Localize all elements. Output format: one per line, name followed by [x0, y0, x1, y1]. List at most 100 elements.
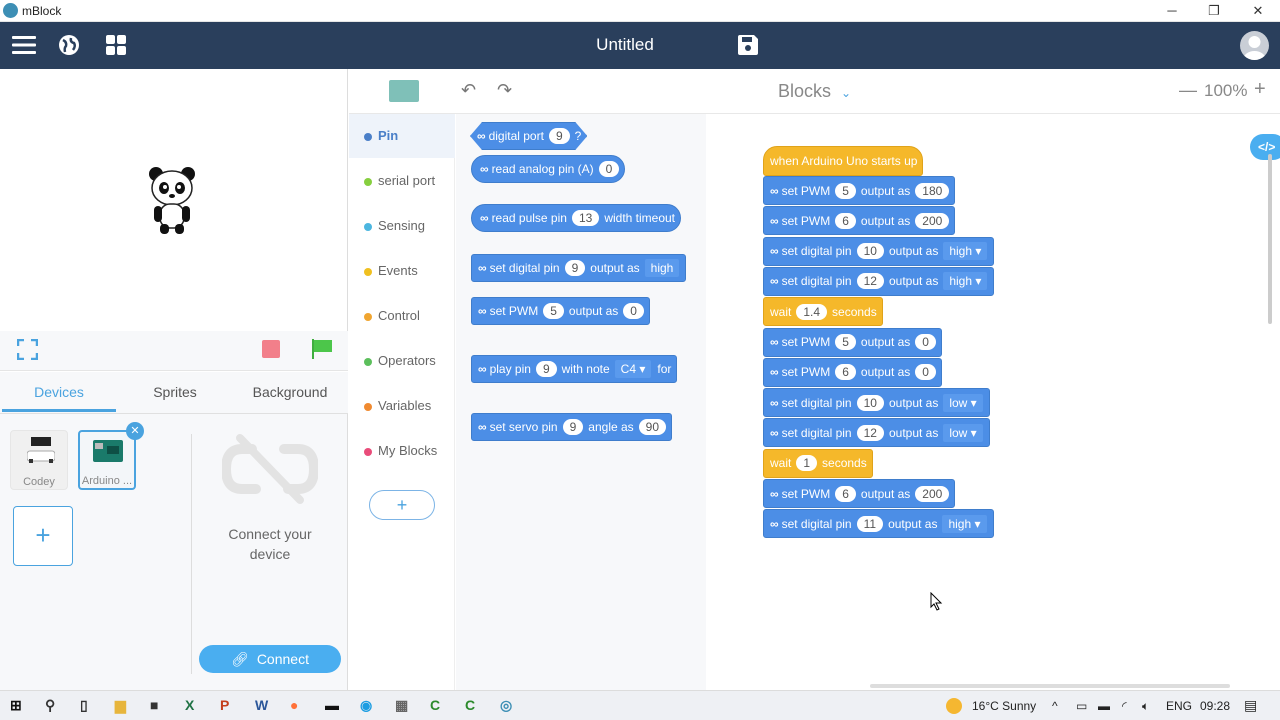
start-icon[interactable]: ⊞: [10, 697, 22, 714]
firefox-icon[interactable]: ●: [290, 697, 298, 713]
block-input[interactable]: 180: [915, 182, 950, 199]
editor-mode-select[interactable]: Blocks ⌄: [778, 81, 851, 102]
palette-block[interactable]: ∞ set servo pin 9 angle as 90: [471, 413, 673, 441]
globe-icon[interactable]: [58, 34, 80, 61]
stop-icon[interactable]: [262, 340, 280, 358]
calculator-icon[interactable]: ▦: [395, 697, 408, 714]
block-input[interactable]: 5: [543, 303, 564, 319]
language-indicator[interactable]: ENG: [1166, 699, 1192, 713]
palette-block[interactable]: ∞ set digital pin 9 output as high: [471, 254, 687, 282]
zoom-in-button[interactable]: +: [1254, 78, 1266, 101]
script-block[interactable]: ∞ set digital pin 11 output as high ▾: [763, 509, 994, 539]
device-arduino[interactable]: Arduino ...: [78, 430, 136, 490]
block-input[interactable]: 9: [535, 361, 557, 377]
camtasia-recorder-icon[interactable]: C: [465, 697, 475, 713]
block-input[interactable]: 5: [835, 334, 856, 350]
block-input[interactable]: 11: [856, 515, 884, 532]
category-sensing[interactable]: Sensing: [349, 204, 455, 248]
script-block[interactable]: ∞ set digital pin 12 output as high ▾: [763, 266, 995, 296]
file-explorer-icon[interactable]: ▆: [115, 697, 126, 714]
block-input[interactable]: 1.4: [796, 303, 828, 320]
device-codey[interactable]: Codey: [10, 430, 68, 490]
powerpoint-icon[interactable]: P: [220, 697, 229, 713]
tab-devices[interactable]: Devices: [1, 384, 117, 400]
block-dropdown[interactable]: high ▾: [943, 242, 988, 261]
wifi-icon[interactable]: ◜: [1122, 699, 1127, 713]
script-block[interactable]: ∞ set PWM 5 output as 180: [763, 176, 956, 205]
script-block[interactable]: ∞ set digital pin 10 output as low ▾: [763, 388, 990, 418]
category-events[interactable]: Events: [349, 249, 455, 293]
restore-button[interactable]: ❐: [1192, 0, 1236, 22]
terminal-icon[interactable]: ▬: [325, 697, 339, 713]
connect-button[interactable]: 🔗︎ Connect: [199, 645, 341, 673]
redo-icon[interactable]: ↷: [497, 80, 512, 101]
palette-block[interactable]: ∞ digital port 9?: [470, 122, 587, 150]
script-block[interactable]: ∞ set digital pin 12 output as low ▾: [763, 418, 990, 448]
script-block[interactable]: ∞ set PWM 6 output as 0: [763, 357, 942, 387]
block-dropdown[interactable]: low ▾: [943, 423, 983, 442]
menu-icon[interactable]: [12, 35, 36, 60]
script-block[interactable]: ∞ set PWM 6 output as 200: [763, 479, 956, 508]
block-palette[interactable]: ∞ digital port 9? ∞ read analog pin (A) 0 ∞ rea…: [456, 114, 706, 690]
category-variables[interactable]: Variables: [349, 384, 455, 428]
script-workspace[interactable]: </> when Arduino Uno starts up ∞ set PWM 5 o…: [706, 114, 1280, 690]
block-input[interactable]: 13: [571, 210, 600, 226]
palette-block[interactable]: ∞ set PWM 5 output as 0: [471, 297, 650, 325]
block-input[interactable]: 10: [856, 394, 884, 411]
block-dropdown[interactable]: high: [644, 259, 680, 277]
weather-text[interactable]: 16°C Sunny: [972, 699, 1036, 713]
block-dropdown[interactable]: low ▾: [943, 393, 983, 412]
block-input[interactable]: 12: [856, 273, 884, 290]
camtasia-icon[interactable]: C: [430, 697, 440, 713]
clock[interactable]: 09:28: [1200, 699, 1230, 713]
word-icon[interactable]: W: [255, 697, 268, 713]
block-dropdown[interactable]: high ▾: [942, 514, 987, 533]
block-input[interactable]: 6: [835, 485, 856, 502]
undo-icon[interactable]: ↶: [461, 80, 476, 101]
block-input[interactable]: 90: [638, 419, 667, 435]
block-input[interactable]: 6: [835, 212, 856, 229]
block-input[interactable]: 200: [915, 212, 950, 229]
search-icon[interactable]: ⚲: [45, 697, 55, 714]
battery-icon[interactable]: ▬: [1098, 699, 1110, 713]
category-my-blocks[interactable]: My Blocks: [349, 429, 455, 473]
green-flag-icon[interactable]: [312, 339, 334, 359]
palette-block[interactable]: ∞ read analog pin (A) 0: [471, 155, 626, 183]
tab-background[interactable]: Background: [232, 384, 348, 400]
palette-block[interactable]: ∞ read pulse pin 13 width timeout: [471, 204, 682, 232]
fullscreen-icon[interactable]: [17, 339, 38, 360]
horizontal-scrollbar[interactable]: [870, 684, 1230, 688]
mblock-icon[interactable]: ◎: [500, 697, 512, 714]
block-input[interactable]: 0: [915, 334, 936, 350]
volume-icon[interactable]: 🔈︎: [1142, 699, 1149, 714]
block-input[interactable]: 0: [915, 364, 936, 381]
palette-block[interactable]: ∞ play pin 9 with note C4 ▾ for: [471, 355, 678, 383]
script-block[interactable]: wait 1.4 seconds: [763, 297, 883, 327]
block-input[interactable]: 0: [623, 303, 644, 319]
script-block[interactable]: ∞ set PWM 6 output as 200: [763, 206, 956, 236]
user-avatar[interactable]: [1240, 31, 1269, 60]
excel-icon[interactable]: X: [185, 697, 194, 713]
block-input[interactable]: 5: [835, 182, 856, 199]
tab-sprites[interactable]: Sprites: [117, 384, 233, 400]
zoom-out-button[interactable]: —: [1179, 80, 1197, 101]
script-block[interactable]: wait 1 seconds: [763, 448, 873, 478]
code-toggle-button[interactable]: </>: [1250, 134, 1280, 160]
stage-canvas[interactable]: [0, 69, 348, 331]
category-pin[interactable]: Pin: [349, 114, 455, 158]
tray-chevron-icon[interactable]: ^: [1052, 699, 1058, 713]
meet-now-icon[interactable]: ▭: [1076, 699, 1087, 713]
script-block[interactable]: ∞ set PWM 5 output as 0: [763, 327, 942, 357]
close-button[interactable]: ✕: [1236, 0, 1280, 22]
category-control[interactable]: Control: [349, 294, 455, 338]
block-input[interactable]: 6: [835, 364, 856, 381]
block-input[interactable]: 0: [598, 161, 620, 177]
block-input[interactable]: 9: [549, 128, 570, 144]
script-block[interactable]: ∞ set digital pin 10 output as high ▾: [763, 236, 995, 266]
edge-icon[interactable]: ◉: [360, 697, 372, 714]
add-device-button[interactable]: +: [13, 506, 73, 566]
block-input[interactable]: 9: [562, 419, 584, 435]
notifications-icon[interactable]: ▤: [1244, 697, 1257, 714]
block-dropdown[interactable]: C4 ▾: [614, 360, 652, 378]
category-serial-port[interactable]: serial port: [349, 159, 455, 203]
